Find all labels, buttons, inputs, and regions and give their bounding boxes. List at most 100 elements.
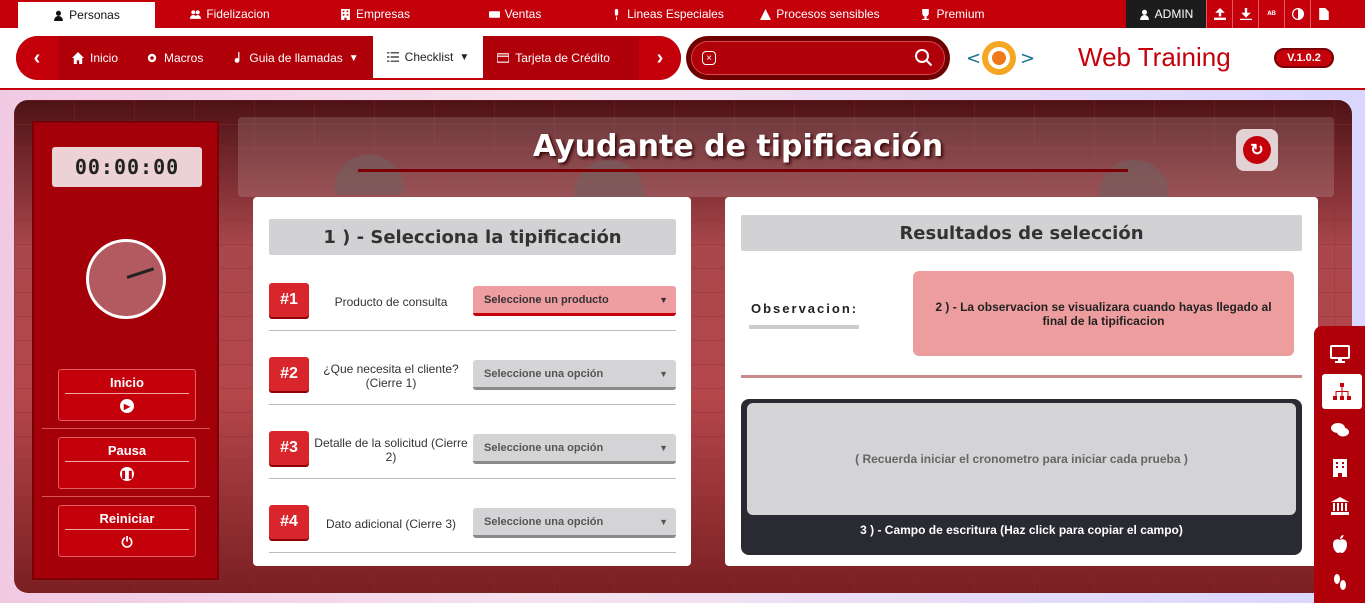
upload-icon: [1213, 8, 1226, 20]
nav-prev-button[interactable]: ‹: [16, 36, 58, 80]
select-value: Seleccione una opción: [484, 515, 604, 528]
dock-monitor[interactable]: [1314, 336, 1365, 371]
results-card: Resultados de selección Observacion: 2 )…: [725, 197, 1318, 566]
tab-ventas[interactable]: Ventas: [445, 0, 585, 28]
tab-label: Fidelizacion: [206, 7, 270, 21]
selection-heading: 1 ) - Selecciona la tipificación: [269, 219, 676, 255]
document-icon: [1318, 8, 1329, 20]
dock-chat[interactable]: [1314, 412, 1365, 447]
top-navbar: Personas Fidelizacion Empresas Ventas Li…: [0, 0, 1365, 28]
product-select[interactable]: Seleccione un producto ▼: [473, 286, 676, 316]
need-select[interactable]: Seleccione una opción ▼: [473, 360, 676, 390]
download-icon: [1239, 8, 1252, 20]
tab-premium[interactable]: Premium: [890, 0, 1015, 28]
spellcheck-button[interactable]: ᴬᴮ: [1258, 0, 1284, 28]
dock-steps[interactable]: [1314, 564, 1365, 599]
nav-label: Inicio: [90, 51, 119, 65]
admin-label: ADMIN: [1154, 7, 1194, 21]
pause-icon: ❚❚: [120, 467, 134, 481]
start-label: Inicio: [110, 375, 144, 390]
svg-text:<: <: [966, 48, 981, 69]
nav-label: Macros: [164, 51, 204, 65]
music-icon: [234, 52, 240, 63]
gear-icon: [147, 53, 157, 63]
dock-bank[interactable]: [1314, 488, 1365, 523]
title-banner: Ayudante de tipificación ↻: [238, 117, 1334, 197]
contrast-button[interactable]: [1284, 0, 1310, 28]
section-nav: ‹ Inicio Macros Guia de llamadas ▼ Check…: [16, 36, 681, 80]
brand-title: Web Training: [1078, 42, 1231, 72]
contrast-icon: [1291, 8, 1304, 20]
nav-next-button[interactable]: ›: [639, 36, 681, 80]
step-row: #2 ¿Que necesita el cliente? (Cierre 1) …: [269, 347, 676, 405]
step-number: #1: [269, 283, 309, 317]
chevron-down-icon: ▼: [348, 52, 359, 64]
building-icon: [1332, 458, 1347, 477]
pause-button[interactable]: Pausa ❚❚: [58, 437, 196, 489]
search-icon[interactable]: [914, 48, 934, 68]
play-icon: ▶: [120, 399, 134, 413]
download-button[interactable]: [1232, 0, 1258, 28]
restart-button[interactable]: Reiniciar ⏻: [58, 505, 196, 557]
nav-item-checklist[interactable]: Checklist ▼: [372, 36, 484, 80]
nav-item-tarjeta-de-credito[interactable]: Tarjeta de Crédito: [483, 36, 624, 80]
restart-label: Reiniciar: [99, 511, 155, 526]
dock-sitemap[interactable]: [1322, 374, 1362, 409]
steps-icon: [1333, 573, 1346, 590]
trophy-icon: [922, 8, 930, 20]
tab-label: Ventas: [504, 7, 542, 21]
writing-field[interactable]: ( Recuerda iniciar el cronometro para in…: [741, 399, 1302, 555]
upload-button[interactable]: [1206, 0, 1232, 28]
building-icon: [341, 8, 350, 20]
nav-item-inicio[interactable]: Inicio: [58, 36, 132, 80]
tab-label: Procesos sensibles: [776, 7, 880, 21]
pause-label: Pausa: [107, 443, 147, 458]
results-heading: Resultados de selección: [741, 215, 1302, 251]
observation-box: 2 ) - La observacion se visualizara cuan…: [913, 271, 1294, 356]
admin-icon: [1139, 9, 1149, 20]
spellcheck-icon: ᴬᴮ: [1267, 9, 1276, 19]
tab-fidelizacion[interactable]: Fidelizacion: [155, 0, 305, 28]
tab-lineas-especiales[interactable]: Lineas Especiales: [585, 0, 750, 28]
tab-personas[interactable]: Personas: [18, 2, 155, 28]
warning-icon: [760, 8, 772, 20]
reset-button[interactable]: ↻: [1236, 129, 1278, 171]
admin-button[interactable]: ADMIN: [1126, 0, 1206, 28]
nav-item-guia-de-llamadas[interactable]: Guia de llamadas ▼: [217, 36, 372, 80]
chevron-down-icon: ▼: [659, 516, 668, 527]
clear-search-icon[interactable]: ×: [702, 51, 716, 65]
step-row: #3 Detalle de la solicitud (Cierre 2) Se…: [269, 421, 676, 479]
extra-data-select[interactable]: Seleccione una opción ▼: [473, 508, 676, 538]
document-button[interactable]: [1310, 0, 1336, 28]
power-icon: ⏻: [121, 533, 133, 550]
start-button[interactable]: Inicio ▶: [58, 369, 196, 421]
chevron-down-icon: ▼: [659, 368, 668, 379]
monitor-icon: [1329, 344, 1350, 363]
sitemap-icon: [1333, 382, 1351, 400]
chevron-down-icon: ▼: [659, 442, 668, 453]
users-icon: [190, 9, 202, 19]
selection-card: 1 ) - Selecciona la tipificación #1 Prod…: [253, 197, 691, 566]
secondary-bar: ‹ Inicio Macros Guia de llamadas ▼ Check…: [0, 28, 1365, 90]
tab-empresas[interactable]: Empresas: [305, 0, 445, 28]
microphone-icon: [614, 8, 619, 20]
chevron-down-icon: ▼: [459, 51, 470, 63]
chevron-down-icon: ▼: [659, 294, 668, 305]
dock-building[interactable]: [1314, 450, 1365, 485]
tab-procesos-sensibles[interactable]: Procesos sensibles: [750, 0, 890, 28]
stopwatch-display: 00:00:00: [52, 147, 202, 187]
detail-select[interactable]: Seleccione una opción ▼: [473, 434, 676, 464]
nav-label: Tarjeta de Crédito: [515, 51, 610, 65]
step-number: #2: [269, 357, 309, 391]
dock-apple[interactable]: [1314, 526, 1365, 561]
person-icon: [54, 10, 64, 21]
tab-label: Lineas Especiales: [627, 7, 724, 21]
search-input[interactable]: [722, 51, 914, 65]
nav-item-macros[interactable]: Macros: [132, 36, 217, 80]
step-label: Detalle de la solicitud (Cierre 2): [314, 436, 468, 464]
clock-icon: [86, 239, 166, 319]
logo: < >: [966, 41, 1034, 75]
step-label: ¿Que necesita el cliente? (Cierre 1): [323, 362, 459, 390]
copy-field-label[interactable]: 3 ) - Campo de escritura (Haz click para…: [741, 523, 1302, 537]
refresh-icon: ↻: [1243, 136, 1271, 164]
